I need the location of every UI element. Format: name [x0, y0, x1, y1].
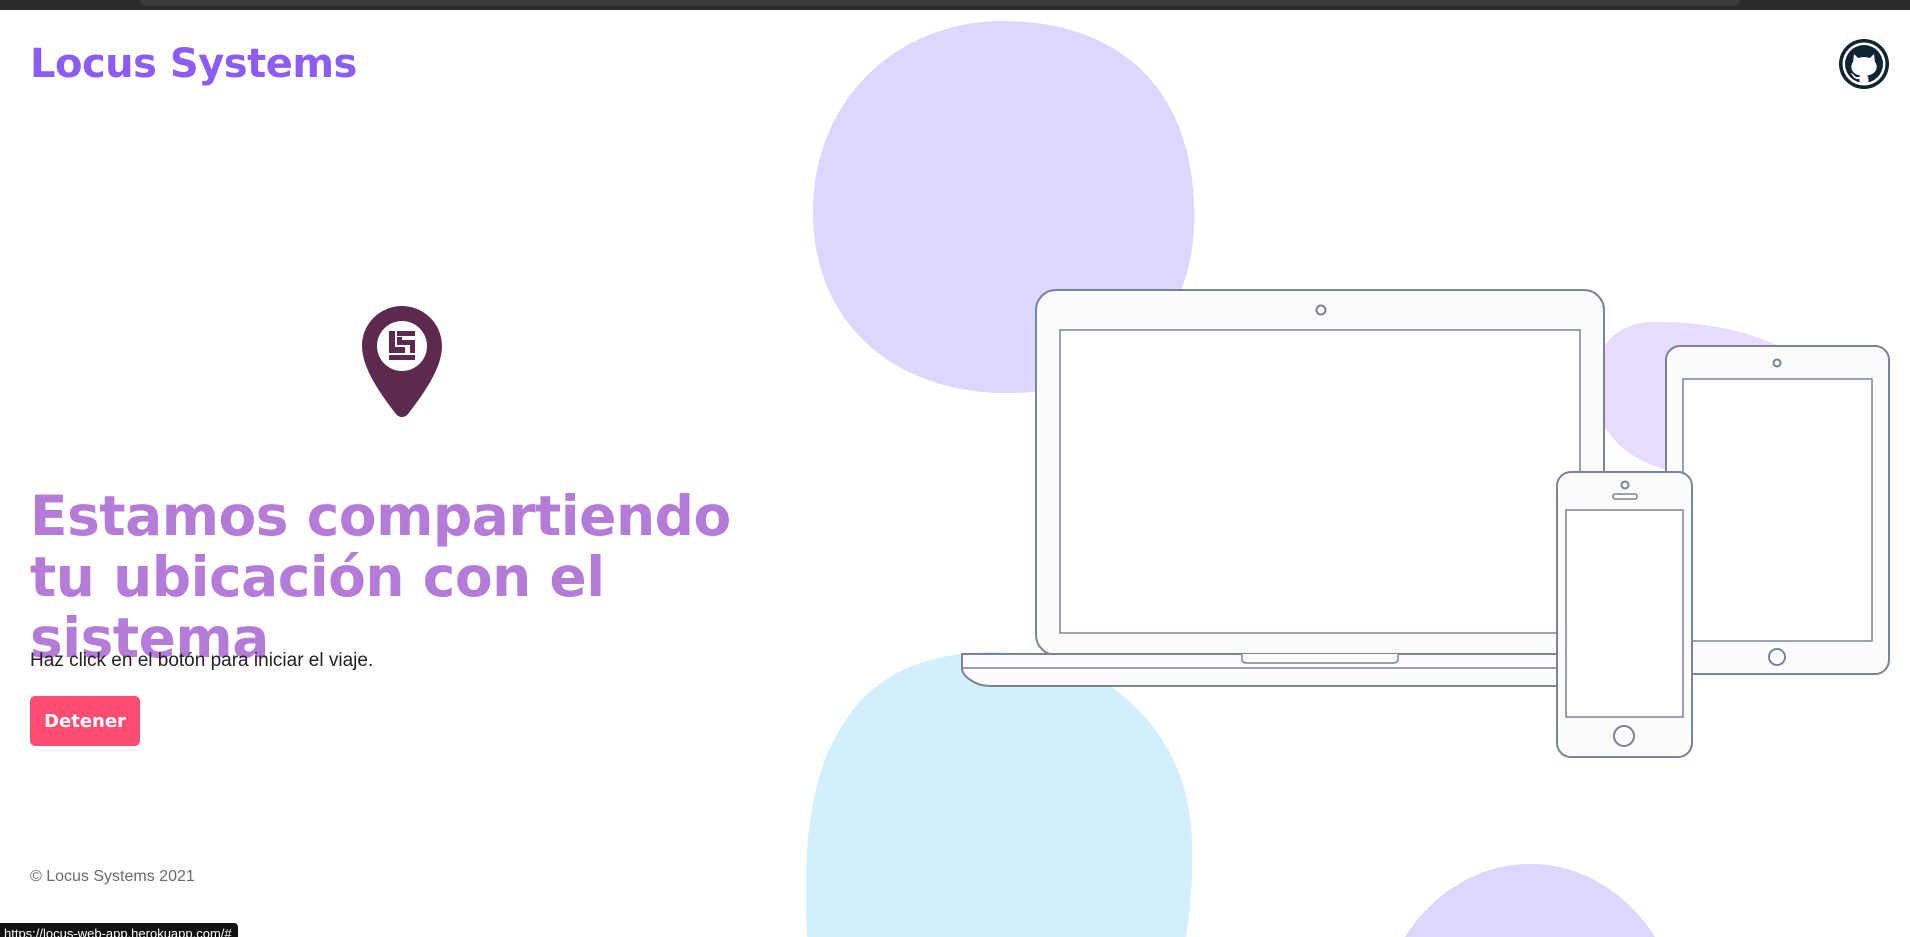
blue-blob-bottom: [805, 651, 1193, 937]
status-bar-url: https://locus-web-app.herokuapp.com/#: [0, 923, 238, 937]
purple-blob-bottom-right: [1405, 864, 1655, 937]
github-icon[interactable]: [1838, 38, 1890, 90]
stop-button[interactable]: Detener: [30, 696, 140, 746]
brand-logo-text[interactable]: Locus Systems: [30, 38, 357, 90]
hero-hint-text: Haz click en el botón para iniciar el vi…: [30, 650, 374, 671]
location-pin-logo-icon: [362, 306, 442, 417]
browser-top-edge: [0, 0, 1910, 10]
page: Locus Systems Estamos compartiendo tu ub…: [0, 0, 1910, 937]
browser-tab-strip: [140, 0, 1740, 6]
footer-copyright: © Locus Systems 2021: [30, 868, 195, 885]
purple-blob-right: [1594, 321, 1832, 477]
hero-title: Estamos compartiendo tu ubicación con el…: [30, 484, 731, 670]
purple-blob-top: [812, 21, 1195, 394]
